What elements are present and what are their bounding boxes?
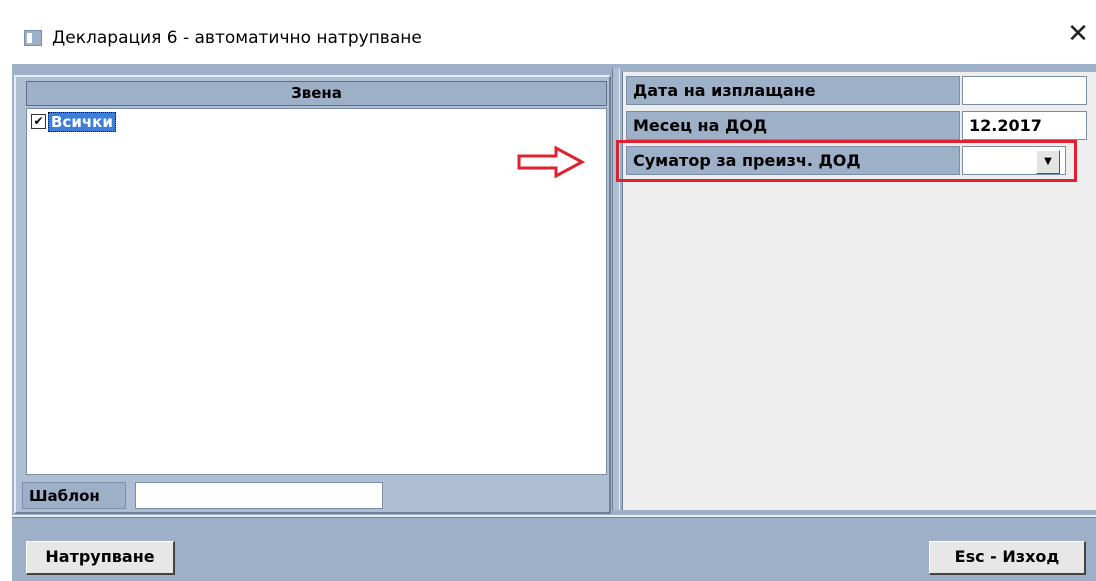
accumulate-button[interactable]: Натрупване: [26, 541, 175, 575]
title-bar: Декларация 6 - автоматично натрупване ✕: [0, 0, 1096, 64]
highlight-box: [616, 140, 1077, 182]
app-icon: [24, 30, 42, 46]
bottom-separator: [12, 515, 1096, 518]
units-panel: Звена ✔ Всички: [14, 75, 611, 514]
units-list-header[interactable]: Звена: [26, 81, 607, 106]
dod-month-label: Месец на ДОД: [626, 111, 960, 140]
template-input[interactable]: [135, 482, 383, 509]
payment-date-field[interactable]: [962, 76, 1087, 105]
arrow-right-outline-icon: [517, 145, 586, 179]
all-units-item[interactable]: Всички: [48, 112, 116, 132]
exit-button[interactable]: Esc - Изход: [929, 541, 1086, 575]
panel-splitter[interactable]: [612, 68, 620, 510]
window-title: Декларация 6 - автоматично натрупване: [52, 28, 422, 48]
payment-date-label: Дата на изплащане: [626, 76, 960, 105]
template-label: Шаблон: [22, 482, 126, 509]
close-icon[interactable]: ✕: [1064, 20, 1092, 48]
all-units-checkbox[interactable]: ✔: [31, 114, 46, 129]
dod-month-field[interactable]: 12.2017: [962, 111, 1087, 140]
